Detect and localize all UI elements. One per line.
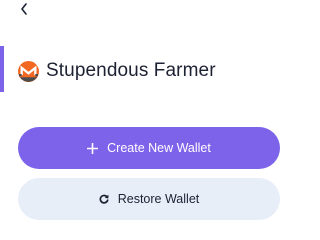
wallet-screen: Stupendous Farmer Create New Wallet Rest… xyxy=(0,0,300,222)
restore-wallet-label: Restore Wallet xyxy=(117,192,200,206)
create-new-wallet-label: Create New Wallet xyxy=(107,141,211,155)
wallet-name: Stupendous Farmer xyxy=(46,60,216,81)
wallet-header: Stupendous Farmer xyxy=(18,58,216,84)
restore-wallet-button[interactable]: Restore Wallet xyxy=(18,178,280,220)
create-new-wallet-button[interactable]: Create New Wallet xyxy=(18,127,280,169)
selected-indicator xyxy=(0,46,4,92)
refresh-icon xyxy=(99,194,109,204)
plus-icon xyxy=(87,142,99,154)
back-button[interactable] xyxy=(14,0,34,18)
chevron-left-icon xyxy=(19,2,29,16)
monero-icon xyxy=(18,60,39,82)
